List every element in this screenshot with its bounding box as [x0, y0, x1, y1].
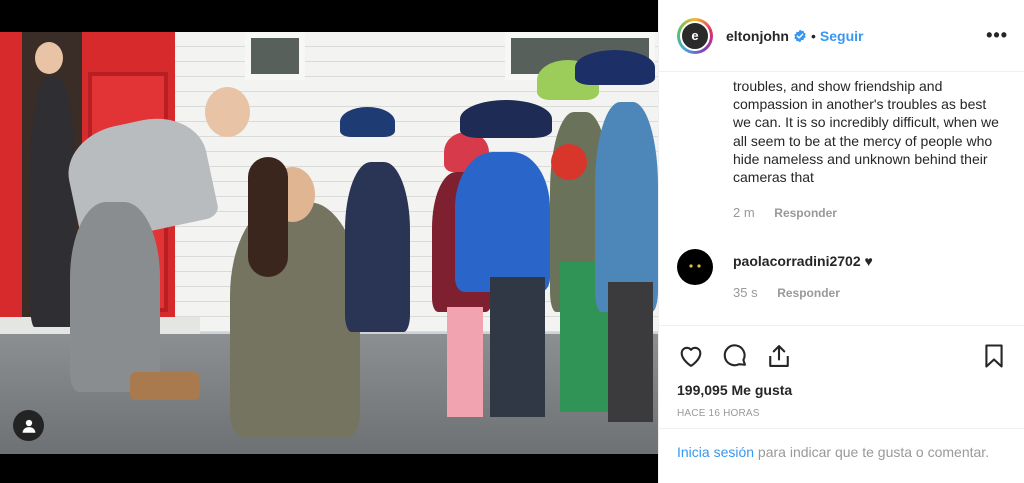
person-figure — [30, 77, 75, 327]
caption-age: 2 m — [733, 205, 755, 220]
verified-badge-icon — [794, 29, 806, 42]
heart-icon[interactable] — [677, 342, 705, 370]
caption-text: troubles, and show friendship and compas… — [733, 78, 999, 186]
comment-item: paolacorradini2702 ♥ — [733, 253, 873, 269]
post-side-panel: e eltonjohn • Seguir ••• troubles, and s… — [658, 0, 1024, 483]
commenter-username[interactable]: paolacorradini2702 — [733, 253, 861, 269]
follow-button[interactable]: Seguir — [820, 28, 864, 44]
comment-icon[interactable] — [721, 342, 749, 370]
instagram-post-view: e eltonjohn • Seguir ••• troubles, and s… — [0, 0, 1024, 483]
comment-age: 35 s — [733, 285, 758, 300]
child-figure — [595, 102, 658, 312]
login-prompt-text: para indicar que te gusta o comentar. — [754, 444, 990, 460]
reply-button[interactable]: Responder — [777, 286, 840, 300]
tagged-users-button[interactable] — [13, 410, 44, 441]
post-timestamp[interactable]: HACE 16 HORAS — [659, 408, 1024, 419]
post-header: e eltonjohn • Seguir ••• — [659, 0, 1024, 72]
photo-scene — [0, 32, 658, 454]
post-photo[interactable] — [0, 0, 658, 483]
child-figure — [455, 152, 550, 292]
separator-dot: • — [811, 27, 816, 44]
bookmark-icon[interactable] — [980, 342, 1008, 370]
more-options-button[interactable]: ••• — [986, 25, 1008, 46]
caption-meta: 2 m Responder — [733, 205, 837, 220]
login-prompt: Inicia sesión para indicar que te gusta … — [659, 428, 1024, 462]
reply-button[interactable]: Responder — [774, 206, 837, 220]
flower-bouquet — [551, 144, 587, 180]
share-icon[interactable] — [765, 342, 793, 370]
user-icon — [22, 419, 35, 433]
comments-list[interactable]: troubles, and show friendship and compas… — [659, 72, 1024, 326]
commenter-avatar[interactable] — [677, 249, 713, 285]
profile-avatar[interactable]: e — [677, 17, 713, 54]
author-username[interactable]: eltonjohn — [726, 28, 789, 44]
building-window — [245, 32, 305, 80]
likes-count[interactable]: 199,095 Me gusta — [659, 382, 1024, 398]
comment-text: ♥ — [864, 253, 873, 269]
login-link[interactable]: Inicia sesión — [677, 444, 754, 460]
action-bar — [659, 326, 1024, 386]
comment-meta: 35 s Responder — [733, 285, 840, 300]
child-figure — [345, 162, 410, 332]
